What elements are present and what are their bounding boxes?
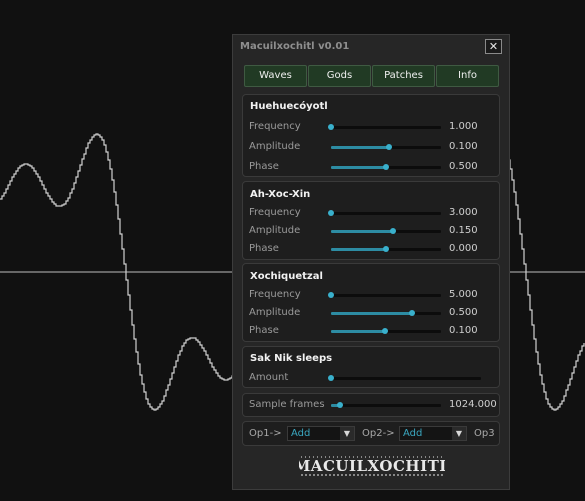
god-section-ah-xoc-xin: Ah-Xoc-Xin Frequency 3.000 Amplitude 0.1… [242, 181, 500, 260]
param-label: Phase [249, 243, 279, 254]
param-row-phase: Phase 0.100 [243, 324, 499, 338]
panel-titlebar[interactable]: Macuilxochitl v0.01 ✕ [233, 35, 509, 59]
param-row-frequency: Frequency 3.000 [243, 206, 499, 220]
param-value: 0.500 [449, 307, 478, 318]
param-value: 0.000 [449, 243, 478, 254]
frequency-slider[interactable] [328, 124, 441, 130]
god-name: Xochiquetzal [250, 271, 323, 282]
close-button[interactable]: ✕ [485, 39, 502, 54]
frequency-slider[interactable] [328, 292, 441, 298]
god-section-huehuecoyotl: Huehuecóyotl Frequency 1.000 Amplitude 0… [242, 94, 500, 177]
param-row-phase: Phase 0.000 [243, 242, 499, 256]
slider-handle[interactable] [383, 164, 389, 170]
slider-handle[interactable] [381, 328, 388, 334]
param-row-amount: Amount [243, 371, 499, 385]
op2-select[interactable]: Add ▼ [399, 426, 467, 441]
param-value: 0.500 [449, 161, 478, 172]
param-value: 0.100 [449, 325, 478, 336]
god-name: Huehuecóyotl [250, 101, 328, 112]
tab-bar: Waves Gods Patches Info [244, 65, 499, 87]
param-row-sample-frames: Sample frames 1024.000 [243, 398, 499, 412]
tab-waves[interactable]: Waves [244, 65, 307, 87]
sak-nik-section: Sak Nik sleeps Amount [242, 346, 500, 388]
slider-handle[interactable] [328, 375, 334, 381]
amplitude-slider[interactable] [331, 310, 441, 316]
tab-patches[interactable]: Patches [372, 65, 435, 87]
slider-handle[interactable] [328, 210, 334, 216]
operators-section: Op1-> Add ▼ Op2-> Add ▼ Op3 [242, 421, 500, 446]
op2-selected-value: Add [403, 428, 423, 439]
god-section-xochiquetzal: Xochiquetzal Frequency 5.000 Amplitude 0… [242, 263, 500, 342]
param-label: Frequency [249, 121, 301, 132]
amplitude-slider[interactable] [331, 228, 441, 234]
sample-frames-section: Sample frames 1024.000 [242, 393, 500, 417]
param-row-amplitude: Amplitude 0.150 [243, 224, 499, 238]
sample-frames-slider[interactable] [331, 402, 441, 408]
param-label: Phase [249, 325, 279, 336]
param-row-amplitude: Amplitude 0.100 [243, 140, 499, 154]
op1-select[interactable]: Add ▼ [287, 426, 355, 441]
amount-slider[interactable] [328, 375, 481, 381]
param-value: 1.000 [449, 121, 478, 132]
param-label: Amplitude [249, 225, 301, 236]
op1-label: Op1-> [249, 428, 282, 439]
param-value: 5.000 [449, 289, 478, 300]
slider-handle[interactable] [328, 124, 334, 130]
op3-label: Op3 [474, 428, 495, 439]
param-label: Amplitude [249, 307, 301, 318]
macuilxochitl-logo: MACUILXOCHITL [299, 456, 445, 476]
param-value: 0.150 [449, 225, 478, 236]
close-icon: ✕ [488, 40, 499, 53]
god-name: Ah-Xoc-Xin [250, 189, 311, 200]
param-row-frequency: Frequency 5.000 [243, 288, 499, 302]
amplitude-slider[interactable] [331, 144, 441, 150]
param-value: 1024.000 [449, 399, 497, 410]
slider-handle[interactable] [328, 292, 334, 298]
param-row-amplitude: Amplitude 0.500 [243, 306, 499, 320]
frequency-slider[interactable] [328, 210, 441, 216]
op2-label: Op2-> [362, 428, 395, 439]
tab-gods[interactable]: Gods [308, 65, 371, 87]
slider-handle[interactable] [383, 246, 389, 252]
op1-selected-value: Add [291, 428, 311, 439]
param-row-phase: Phase 0.500 [243, 160, 499, 174]
param-value: 0.100 [449, 141, 478, 152]
phase-slider[interactable] [331, 246, 441, 252]
section-title: Sak Nik sleeps [250, 353, 333, 364]
chevron-down-icon[interactable]: ▼ [452, 427, 466, 440]
param-row-frequency: Frequency 1.000 [243, 120, 499, 134]
tab-info[interactable]: Info [436, 65, 499, 87]
param-label: Frequency [249, 207, 301, 218]
god-control-panel: Macuilxochitl v0.01 ✕ Waves Gods Patches… [232, 34, 510, 490]
phase-slider[interactable] [331, 328, 441, 334]
slider-handle[interactable] [409, 310, 416, 316]
panel-title: Macuilxochitl v0.01 [240, 41, 350, 52]
param-label: Amount [249, 372, 289, 383]
slider-handle[interactable] [386, 144, 393, 150]
phase-slider[interactable] [331, 164, 441, 170]
param-label: Phase [249, 161, 279, 172]
param-label: Frequency [249, 289, 301, 300]
param-label: Amplitude [249, 141, 301, 152]
chevron-down-icon[interactable]: ▼ [340, 427, 354, 440]
logo-wordmark: MACUILXOCHITL [299, 457, 445, 475]
param-value: 3.000 [449, 207, 478, 218]
slider-handle[interactable] [336, 402, 343, 408]
slider-handle[interactable] [389, 228, 396, 234]
param-label: Sample frames [249, 399, 325, 410]
